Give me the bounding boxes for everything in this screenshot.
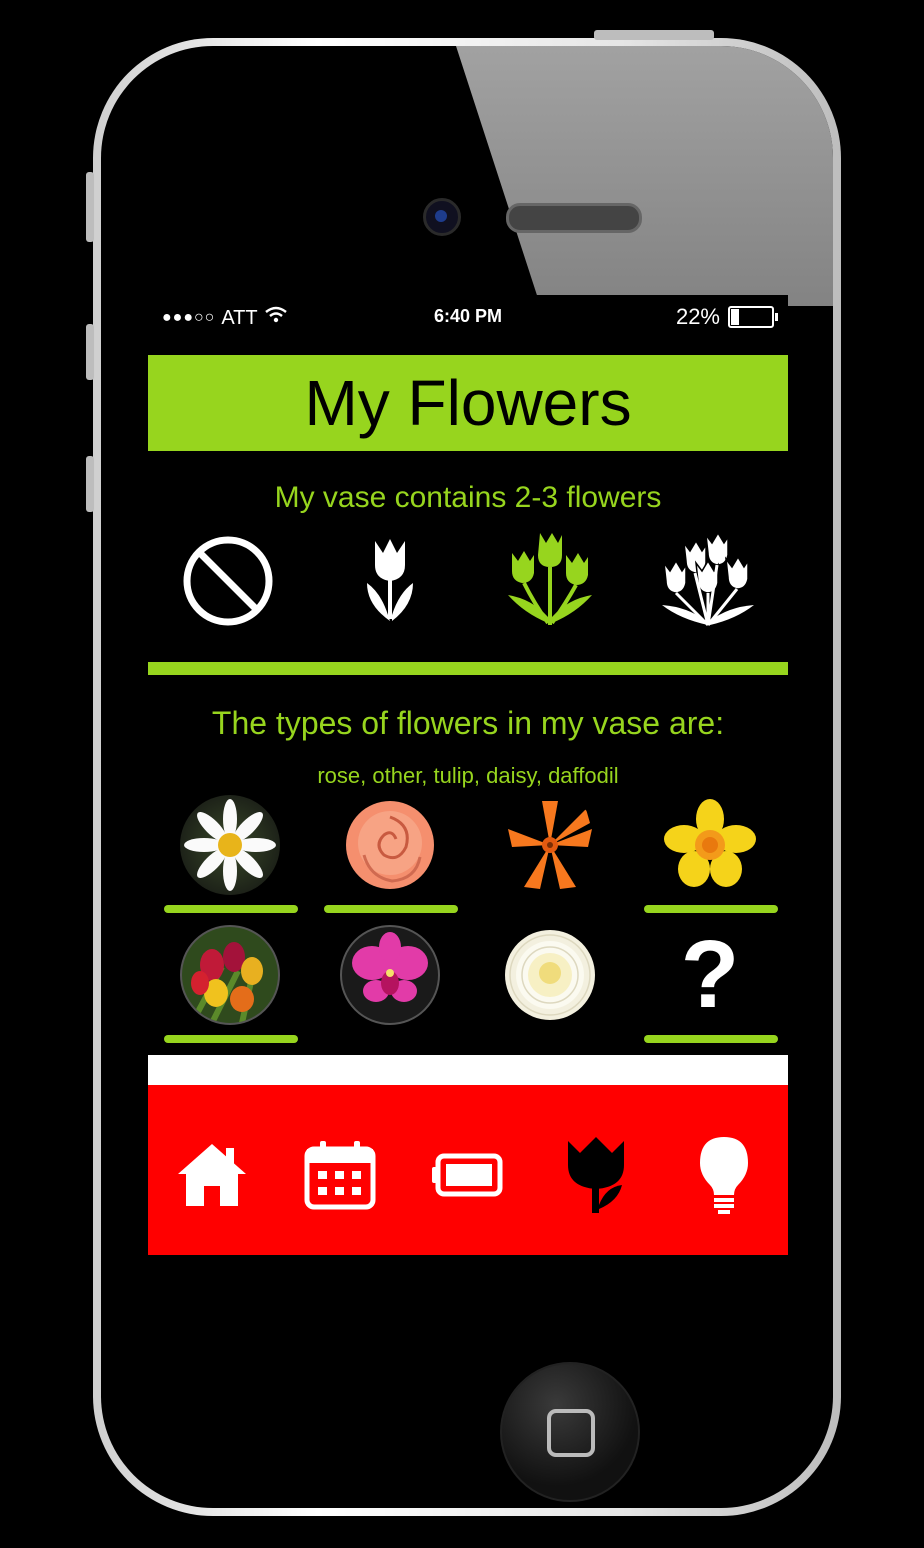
single-flower-icon [367, 539, 413, 621]
mute-switch [86, 172, 94, 242]
flower-option-tulip[interactable] [164, 925, 298, 1043]
selected-indicator [164, 905, 298, 913]
chrysanthemum-icon [505, 930, 595, 1020]
home-icon [178, 1144, 246, 1206]
lily-icon [508, 801, 592, 889]
selected-flowers-list: rose, other, tulip, daisy, daffodil [317, 763, 619, 788]
power-button [594, 30, 714, 40]
battery-tab-icon [432, 1153, 503, 1197]
volume-up-button [86, 324, 94, 380]
few-flowers-option[interactable] [500, 531, 600, 631]
tab-battery[interactable] [428, 1135, 508, 1215]
flower-option-rose[interactable] [324, 795, 458, 913]
flower-types-title: The types of flowers in my vase are: [211, 705, 725, 741]
few-flowers-icon [508, 533, 592, 625]
camera [423, 198, 461, 236]
selected-indicator [644, 905, 778, 913]
tab-tips[interactable] [684, 1135, 764, 1215]
daisy-icon [184, 799, 276, 891]
app-screen: ●●●○○ ATT 6:40 PM 22% My Flowers My vase… [148, 295, 788, 1255]
flower-option-other[interactable]: ? [644, 925, 778, 1043]
battery-percent: 22% [675, 304, 720, 329]
battery-icon [728, 306, 778, 328]
vase-count-title: My vase contains 2-3 flowers [274, 481, 662, 514]
tab-bar [148, 1085, 788, 1255]
content-footer-band [148, 1055, 788, 1085]
home-button[interactable] [500, 1362, 640, 1502]
selected-indicator [324, 905, 458, 913]
question-mark-icon: ? [680, 925, 740, 1025]
status-bar: ●●●○○ ATT 6:40 PM 22% [148, 295, 788, 355]
flower-option-orchid[interactable] [324, 925, 458, 1043]
many-flowers-icon [662, 533, 754, 627]
flower-option-chrysanthemum[interactable] [484, 925, 618, 1043]
selected-indicator [644, 1035, 778, 1043]
no-flowers-icon [183, 536, 273, 626]
vase-count-options [148, 531, 788, 631]
flower-option-daffodil[interactable] [644, 795, 778, 913]
tulip-bouquet-icon [189, 942, 263, 1023]
tab-home[interactable] [172, 1135, 252, 1215]
speaker [506, 203, 642, 233]
flower-option-daisy[interactable] [164, 795, 298, 913]
tulip-icon [568, 1137, 624, 1213]
rose-icon [346, 801, 434, 889]
daffodil-icon [664, 799, 756, 887]
selected-indicator [164, 1035, 298, 1043]
single-flower-option[interactable] [340, 531, 440, 631]
flower-option-lily[interactable] [484, 795, 618, 913]
volume-down-button [86, 456, 94, 512]
tab-calendar[interactable] [300, 1135, 380, 1215]
many-flowers-option[interactable] [658, 531, 758, 631]
orchid-icon [352, 932, 428, 1002]
no-flowers-option[interactable] [178, 531, 278, 631]
page-title: My Flowers [148, 355, 788, 451]
lightbulb-icon [700, 1137, 748, 1214]
calendar-icon [304, 1141, 376, 1210]
section-divider [148, 662, 788, 675]
tab-flowers[interactable] [556, 1135, 636, 1215]
